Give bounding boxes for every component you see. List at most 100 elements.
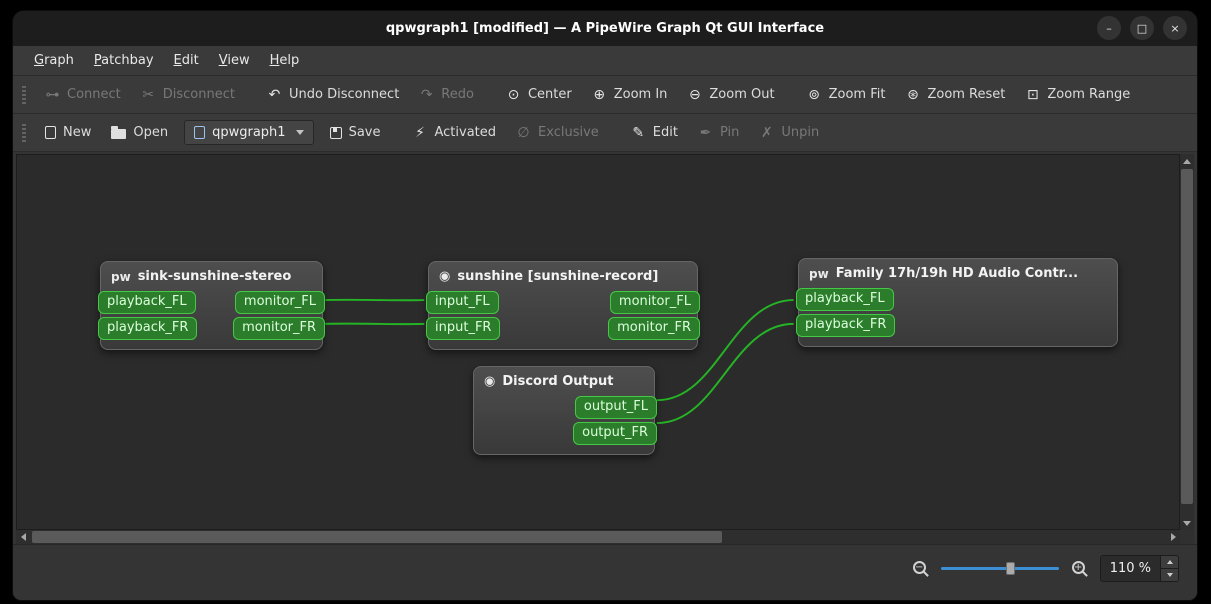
zoom-in-magnifier-icon: + [1071,560,1088,577]
undo-disconnect-button[interactable]: ↶ Undo Disconnect [257,81,409,109]
record-icon: ◉ [484,374,496,389]
undo-icon: ↶ [268,86,281,103]
graph-view: pw sink-sunshine-stereo playback_FL play… [16,154,1194,544]
center-button[interactable]: ⊙ Center [496,81,582,109]
zoom-slider[interactable] [940,560,1059,577]
zoom-reset-label: Zoom Reset [927,87,1006,102]
arrow-down-icon [1183,520,1191,526]
patchbay-toolbar: New Open qpwgraph1 Save ⚡ Activated ∅ Ex… [13,114,1197,152]
node-sink-sunshine-stereo[interactable]: pw sink-sunshine-stereo playback_FL play… [98,261,325,350]
cable-monitor_FL-input_FL[interactable] [325,298,425,302]
minimize-button[interactable]: – [1097,16,1121,40]
zoom-fit-icon: ⊚ [808,86,820,103]
menu-graph[interactable]: Graph [25,49,83,72]
open-button[interactable]: Open [101,119,178,146]
toolbar-grip[interactable] [22,85,26,104]
zoom-out-button[interactable]: ⊖ Zoom Out [677,81,784,109]
zoom-slider-track[interactable] [940,567,1059,570]
node-discord-output[interactable]: ◉ Discord Output output_FL output_FR [473,366,657,455]
arrow-right-icon [1170,533,1176,541]
port-output_FR[interactable]: output_FR [573,422,657,445]
horizontal-scrollbar[interactable] [16,530,1180,544]
menu-view[interactable]: View [210,49,259,72]
port-playback_FR[interactable]: playback_FR [796,314,896,337]
zoom-spin-up-button[interactable] [1161,556,1178,568]
pin-button[interactable]: ✒ Pin [688,119,749,147]
titlebar[interactable]: qpwgraph1 [modified] — A PipeWire Graph … [13,11,1197,46]
zoom-reset-button[interactable]: ⊛ Zoom Reset [895,81,1015,109]
zoom-fit-button[interactable]: ⊚ Zoom Fit [797,81,896,109]
connect-button[interactable]: ⊶ Connect [35,81,131,109]
statusbar: − + 110 % [13,544,1197,600]
pipewire-icon: pw [809,266,829,281]
toolbar-grip[interactable] [22,123,26,142]
port-monitor_FR[interactable]: monitor_FR [233,317,325,340]
arrow-left-icon [20,533,26,541]
zoom-spinbox[interactable]: 110 % [1099,555,1179,582]
port-playback_FL[interactable]: playback_FL [796,288,894,311]
horizontal-scrollbar-thumb[interactable] [32,531,722,543]
patchbay-select-value: qpwgraph1 [212,125,286,140]
arrow-up-icon [1166,560,1173,564]
app-window: qpwgraph1 [modified] — A PipeWire Graph … [12,10,1198,601]
node-family-hd-audio[interactable]: pw Family 17h/19h HD Audio Contr... play… [796,258,1118,347]
close-button[interactable]: × [1163,16,1187,40]
arrow-up-icon [1183,158,1191,164]
patchbay-file-icon [194,126,206,139]
disconnect-button[interactable]: ✂ Disconnect [131,81,245,109]
save-icon [329,126,342,139]
activated-label: Activated [434,125,497,140]
port-playback_FR[interactable]: playback_FR [98,317,198,340]
unpin-icon: ✗ [761,124,773,141]
port-monitor_FL[interactable]: monitor_FL [609,291,700,314]
redo-icon: ↷ [420,86,433,103]
center-icon: ⊙ [507,86,520,103]
scroll-left-button[interactable] [16,530,30,544]
unpin-button[interactable]: ✗ Unpin [749,119,829,147]
chevron-down-icon [295,130,304,135]
port-output_FL[interactable]: output_FL [574,396,657,419]
minimize-icon: – [1106,21,1112,35]
menu-patchbay[interactable]: Patchbay [85,49,163,72]
save-button[interactable]: Save [320,119,391,146]
port-input_FR[interactable]: input_FR [426,317,501,340]
new-button[interactable]: New [35,119,101,146]
node-title-text: Discord Output [502,374,614,389]
port-monitor_FL[interactable]: monitor_FL [234,291,325,314]
graph-canvas[interactable]: pw sink-sunshine-stereo playback_FL play… [16,154,1180,530]
node-sunshine-record[interactable]: ◉ sunshine [sunshine-record] input_FL in… [426,261,700,350]
window-controls: – □ × [1097,16,1187,40]
node-title-text: Family 17h/19h HD Audio Contr... [835,266,1079,281]
open-label: Open [133,125,169,140]
zoom-in-button[interactable]: ⊕ Zoom In [582,81,678,109]
zoom-slider-handle[interactable] [1005,562,1015,575]
activated-button[interactable]: ⚡ Activated [402,119,506,147]
zoom-value[interactable]: 110 % [1101,556,1160,581]
zoom-out-icon: ⊖ [689,86,701,103]
port-playback_FL[interactable]: playback_FL [98,291,196,314]
menu-edit[interactable]: Edit [165,49,208,72]
node-header: pw sink-sunshine-stereo [101,268,322,291]
zoom-range-button[interactable]: ⊡ Zoom Range [1015,81,1140,109]
port-monitor_FR[interactable]: monitor_FR [608,317,700,340]
edit-pencil-icon: ✎ [632,124,645,141]
vertical-scrollbar-thumb[interactable] [1181,169,1193,504]
exclusive-button[interactable]: ∅ Exclusive [506,119,609,147]
scroll-up-button[interactable] [1180,154,1194,168]
pin-icon: ✒ [699,124,712,141]
patchbay-select[interactable]: qpwgraph1 [184,120,314,145]
cable-monitor_FR-input_FR[interactable] [325,322,425,326]
pin-label: Pin [719,125,740,140]
scroll-right-button[interactable] [1166,530,1180,544]
maximize-button[interactable]: □ [1130,16,1154,40]
zoom-out-magnifier-icon: − [912,560,929,577]
node-title-text: sink-sunshine-stereo [137,269,292,284]
redo-button[interactable]: ↷ Redo [409,81,484,109]
scroll-down-button[interactable] [1180,516,1194,530]
port-input_FL[interactable]: input_FL [426,291,499,314]
menu-help[interactable]: Help [261,49,309,72]
edit-button[interactable]: ✎ Edit [621,119,688,147]
zoom-spin-down-button[interactable] [1161,568,1178,581]
vertical-scrollbar[interactable] [1180,154,1194,530]
activated-icon: ⚡ [415,124,425,141]
